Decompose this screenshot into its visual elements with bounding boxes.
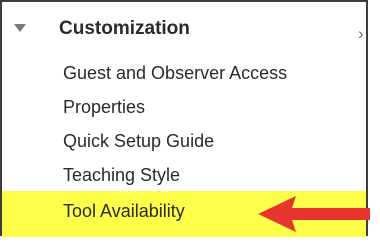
menu-item-label: Tool Availability: [63, 201, 185, 221]
caret-down-icon[interactable]: [14, 24, 26, 32]
menu-item-properties[interactable]: Properties: [2, 91, 366, 126]
menu-item-label: Properties: [63, 97, 146, 117]
section-title: Customization: [59, 18, 190, 39]
chevron-right-icon[interactable]: ›: [358, 25, 364, 42]
menu-item-teaching-style[interactable]: Teaching Style: [2, 159, 366, 194]
menu-item-label: Teaching Style: [63, 165, 181, 185]
annotation-arrow-icon: [258, 196, 370, 232]
menu-item-quick-setup-guide[interactable]: Quick Setup Guide: [2, 125, 366, 160]
screenshot-frame: Customization › Guest and Observer Acces…: [0, 0, 380, 246]
menu-item-label: Quick Setup Guide: [63, 131, 215, 151]
section-header-customization[interactable]: Customization ›: [2, 14, 366, 50]
menu-item-guest-and-observer-access[interactable]: Guest and Observer Access: [2, 57, 366, 92]
menu-item-label: Guest and Observer Access: [63, 63, 288, 83]
